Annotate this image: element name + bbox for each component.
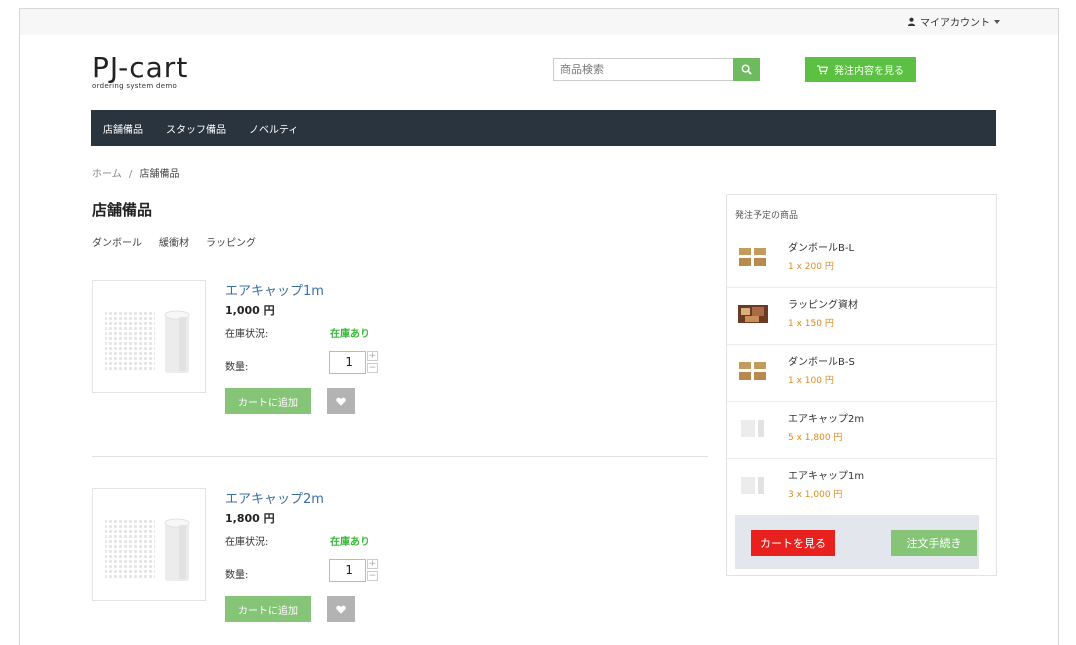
- logo-subtitle: ordering system demo: [92, 82, 178, 90]
- cart-item-quantity: 1 x 200 円: [788, 262, 834, 272]
- cart-item[interactable]: エアキャップ1m 3 x 1,000 円: [727, 459, 996, 516]
- quantity-increment-button[interactable]: +: [367, 351, 378, 361]
- stock-status: 在庫あり: [330, 537, 370, 548]
- cart-item[interactable]: ラッピング資材 1 x 150 円: [727, 288, 996, 345]
- page-title: 店舗備品: [92, 201, 153, 219]
- cart-item-name: ダンボールB-L: [788, 243, 855, 254]
- product-image[interactable]: [92, 280, 206, 393]
- top-bar: マイアカウント: [20, 9, 1058, 35]
- product-name[interactable]: エアキャップ2m: [225, 488, 324, 507]
- air-cap-roll-image: [105, 310, 190, 373]
- nav-item-staff-supplies[interactable]: スタッフ備品: [166, 121, 226, 136]
- cart-sidebar: 発注予定の商品 ダンボールB-L 1 x 200 円 ラッピング資材 1 x 1…: [726, 194, 997, 576]
- stock-label: 在庫状況:: [225, 537, 269, 548]
- cart-item-quantity: 1 x 150 円: [788, 319, 834, 329]
- air-cap-roll-thumbnail: [741, 477, 764, 494]
- cart-item-name: ダンボールB-S: [788, 357, 855, 368]
- subcategory-wrapping[interactable]: ラッピング: [206, 234, 256, 249]
- search-button[interactable]: [733, 58, 760, 81]
- subcategory-cardboard[interactable]: ダンボール: [92, 234, 142, 249]
- wrapping-materials-thumbnail: [738, 305, 768, 323]
- view-order-button[interactable]: 発注内容を見る: [805, 57, 916, 82]
- search-bar: [553, 58, 760, 81]
- quantity-increment-button[interactable]: +: [367, 559, 378, 569]
- product-divider: [92, 456, 708, 457]
- heart-icon: [336, 605, 346, 614]
- cart-title: 発注予定の商品: [735, 211, 799, 221]
- air-cap-roll-thumbnail: [741, 420, 764, 437]
- quantity-label: 数量:: [225, 570, 249, 581]
- cardboard-box-thumbnail: [739, 248, 766, 266]
- product-card: エアキャップ1m 1,000 円 在庫状況: 在庫あり 数量: 1 + − カー…: [92, 280, 707, 420]
- quantity-input[interactable]: 1: [329, 559, 366, 582]
- category-navbar: 店舗備品 スタッフ備品 ノベルティ: [91, 110, 996, 146]
- cart-item[interactable]: ダンボールB-S 1 x 100 円: [727, 345, 996, 402]
- view-cart-button[interactable]: カートを見る: [751, 530, 835, 556]
- logo-title: PJ-cart: [92, 51, 189, 84]
- breadcrumb: ホーム / 店舗備品: [92, 165, 179, 180]
- breadcrumb-current: 店舗備品: [139, 169, 180, 180]
- nav-item-novelty[interactable]: ノベルティ: [249, 121, 298, 136]
- product-name[interactable]: エアキャップ1m: [225, 280, 324, 299]
- product-image[interactable]: [92, 488, 206, 601]
- subcategory-links: ダンボール 緩衝材 ラッピング: [92, 234, 256, 249]
- my-account-menu[interactable]: マイアカウント: [907, 14, 1000, 29]
- site-logo[interactable]: PJ-cart ordering system demo: [92, 51, 189, 91]
- cart-footer: カートを見る 注文手続き: [735, 515, 979, 569]
- breadcrumb-home[interactable]: ホーム: [92, 169, 122, 180]
- user-icon: [907, 17, 916, 26]
- quantity-stepper: + −: [367, 559, 378, 582]
- quantity-decrement-button[interactable]: −: [367, 571, 378, 581]
- search-input[interactable]: [553, 58, 733, 81]
- cardboard-box-thumbnail: [739, 362, 766, 380]
- stock-label: 在庫状況:: [225, 329, 269, 340]
- add-to-cart-button[interactable]: カートに追加: [225, 388, 311, 414]
- quantity-stepper: + −: [367, 351, 378, 374]
- product-card: エアキャップ2m 1,800 円 在庫状況: 在庫あり 数量: 1 + − カー…: [92, 488, 707, 628]
- cart-icon: [817, 64, 828, 74]
- cart-item-name: エアキャップ2m: [788, 414, 865, 425]
- quantity-decrement-button[interactable]: −: [367, 363, 378, 373]
- browser-page: マイアカウント PJ-cart ordering system demo 発注内…: [19, 8, 1059, 645]
- cart-item-name: エアキャップ1m: [788, 471, 865, 482]
- view-order-label: 発注内容を見る: [834, 66, 904, 77]
- subcategory-cushioning[interactable]: 緩衝材: [159, 234, 189, 249]
- cart-item-quantity: 5 x 1,800 円: [788, 433, 843, 443]
- nav-item-store-supplies[interactable]: 店舗備品: [103, 121, 143, 136]
- add-to-cart-button[interactable]: カートに追加: [225, 596, 311, 622]
- product-price: 1,800 円: [225, 512, 275, 525]
- quantity-input[interactable]: 1: [329, 351, 366, 374]
- favorite-button[interactable]: [327, 596, 355, 622]
- cart-item-quantity: 3 x 1,000 円: [788, 490, 843, 500]
- heart-icon: [336, 397, 346, 406]
- caret-down-icon: [994, 19, 1000, 24]
- my-account-label: マイアカウント: [920, 18, 990, 29]
- air-cap-roll-image: [105, 518, 190, 581]
- search-icon: [741, 64, 752, 75]
- product-price: 1,000 円: [225, 304, 275, 317]
- cart-item-name: ラッピング資材: [788, 300, 858, 311]
- checkout-button[interactable]: 注文手続き: [891, 530, 977, 556]
- cart-item[interactable]: ダンボールB-L 1 x 200 円: [727, 231, 996, 288]
- favorite-button[interactable]: [327, 388, 355, 414]
- cart-item[interactable]: エアキャップ2m 5 x 1,800 円: [727, 402, 996, 459]
- breadcrumb-separator: /: [128, 169, 133, 180]
- stock-status: 在庫あり: [330, 329, 370, 340]
- cart-item-quantity: 1 x 100 円: [788, 376, 834, 386]
- quantity-label: 数量:: [225, 362, 249, 373]
